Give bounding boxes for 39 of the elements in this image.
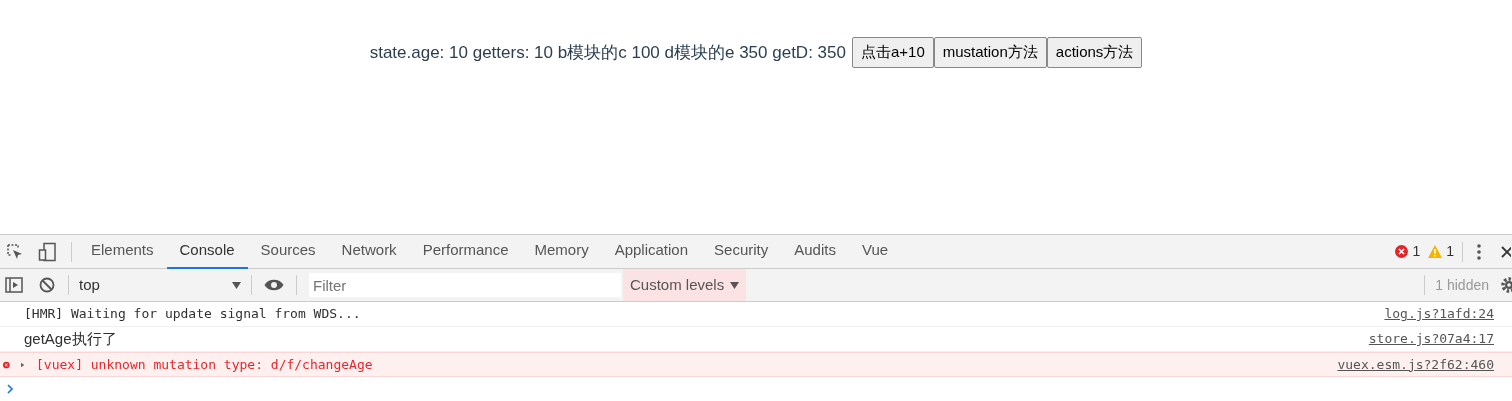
- app-button[interactable]: actions方法: [1046, 37, 1143, 68]
- app-button[interactable]: mustation方法: [933, 37, 1047, 68]
- more-icon[interactable]: [1477, 243, 1481, 260]
- caret-icon: [730, 281, 740, 289]
- warning-icon: [1428, 245, 1443, 258]
- devtools-tab[interactable]: Network: [328, 234, 410, 269]
- expand-icon[interactable]: [20, 360, 24, 369]
- source-link[interactable]: store.js?07a4:17: [1368, 329, 1494, 349]
- console-message: [HMR] Waiting for update signal from WDS...: [24, 305, 361, 324]
- clear-icon[interactable]: [39, 277, 55, 293]
- devtools-tab[interactable]: Performance: [409, 234, 522, 269]
- error-icon: [1395, 245, 1409, 258]
- devtools-tab[interactable]: Vue: [848, 234, 902, 269]
- levels-dropdown[interactable]: Custom levels: [623, 269, 747, 301]
- warning-count: 1: [1446, 242, 1454, 261]
- devtools-tab[interactable]: Elements: [78, 234, 167, 269]
- source-link[interactable]: vuex.esm.js?2f62:460: [1337, 354, 1494, 375]
- eye-icon[interactable]: [264, 278, 284, 292]
- hidden-count: 1 hidden: [1435, 275, 1489, 295]
- inspect-icon[interactable]: [6, 242, 24, 261]
- app-button[interactable]: 点击a+10: [851, 37, 934, 68]
- sidebar-toggle-icon[interactable]: [5, 277, 23, 293]
- error-count: 1: [1412, 242, 1421, 261]
- devtools-tab[interactable]: Security: [701, 234, 782, 269]
- context-select[interactable]: top: [79, 273, 251, 297]
- devtools-tab[interactable]: Sources: [247, 234, 329, 269]
- prompt-icon: [7, 383, 14, 394]
- devtools-tab[interactable]: Audits: [781, 234, 849, 269]
- console-message: getAge执行了: [24, 328, 117, 349]
- devtools-tab[interactable]: Application: [601, 234, 702, 269]
- devtools-tab[interactable]: Memory: [521, 234, 602, 269]
- filter-field[interactable]: Filter: [309, 273, 621, 297]
- settings-icon[interactable]: [1500, 276, 1512, 294]
- source-link[interactable]: log.js?1afd:24: [1384, 304, 1494, 324]
- device-icon[interactable]: [38, 241, 58, 262]
- close-icon[interactable]: [1501, 245, 1511, 258]
- state-text: state.age: 10 getters: 10 b模块的c 100 d模块的e 350 getD: 350: [369, 42, 846, 64]
- console-message: [vuex] unknown mutation type: d/f/changeAge: [36, 355, 373, 374]
- caret-icon: [232, 281, 241, 289]
